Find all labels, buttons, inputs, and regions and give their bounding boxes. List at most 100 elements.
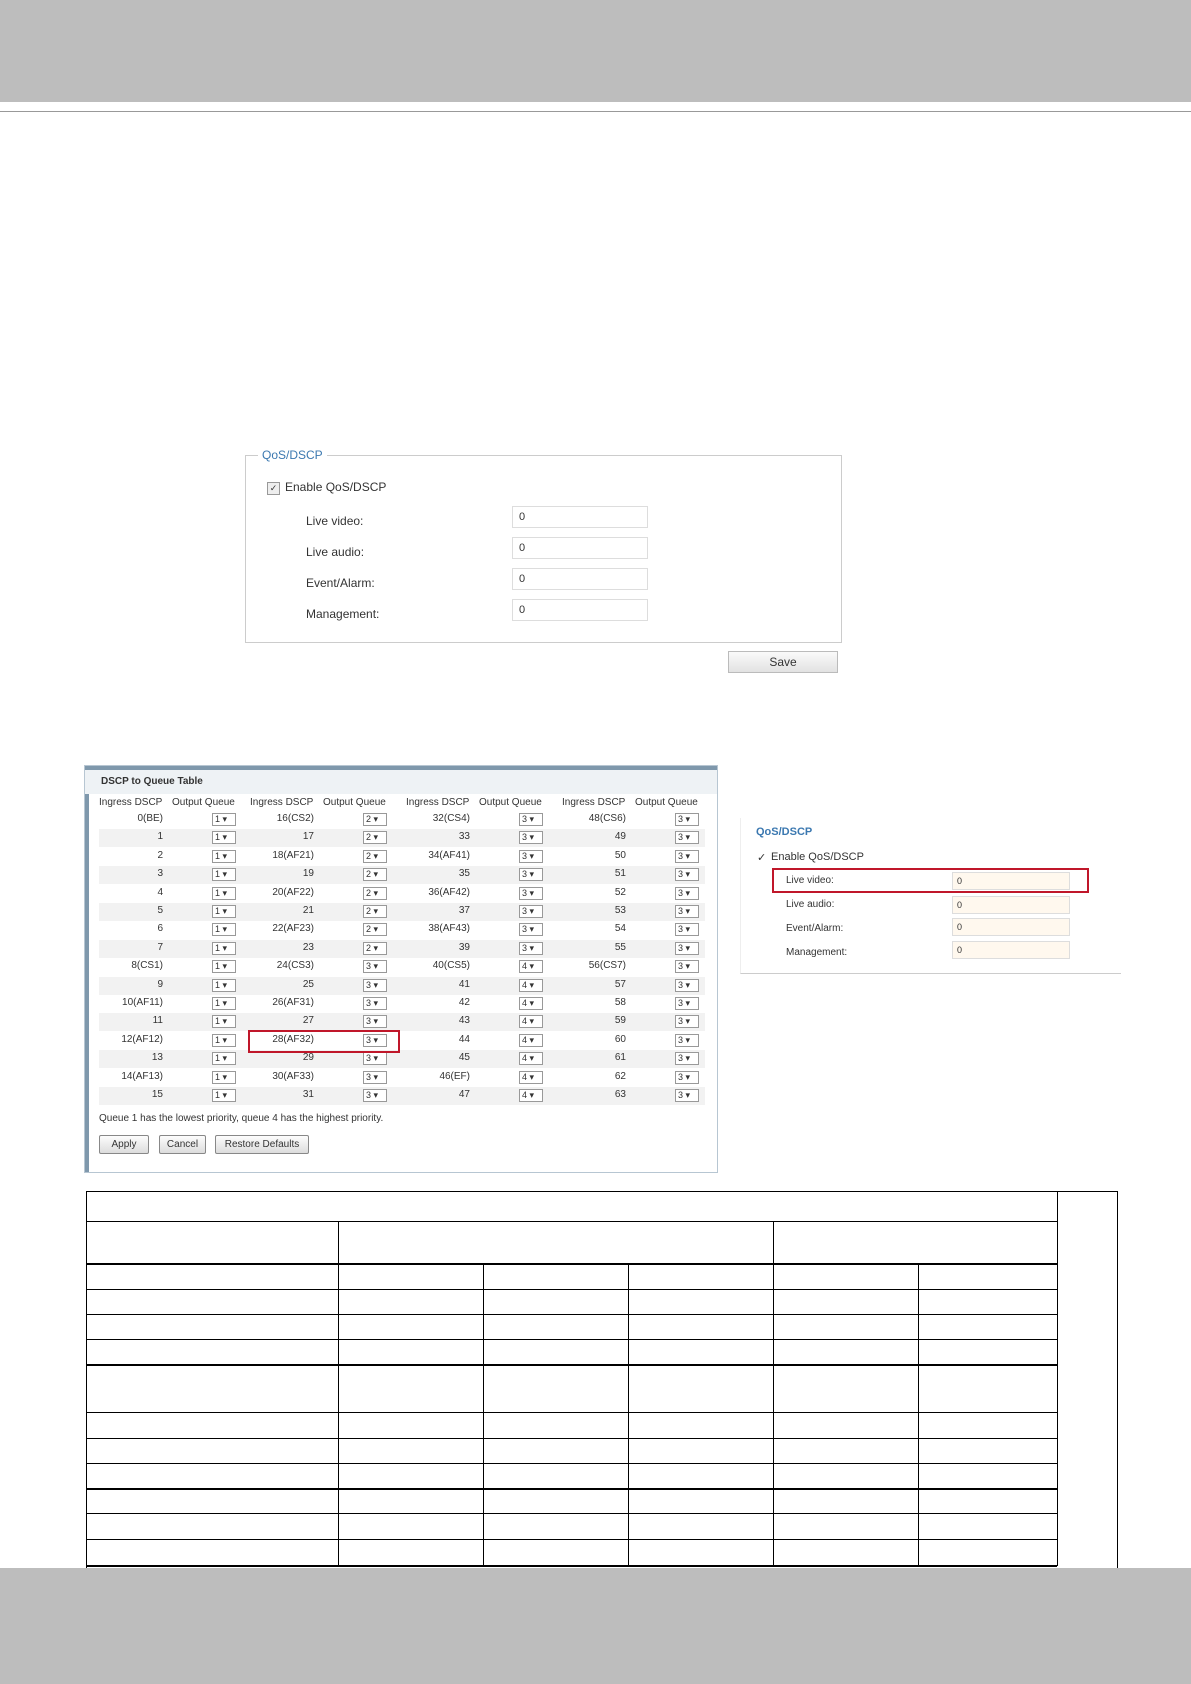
output-queue-select[interactable]: 3 ▾ <box>363 1089 387 1102</box>
output-queue-select[interactable]: 1 ▾ <box>212 849 236 863</box>
output-queue-select[interactable]: 4 ▾ <box>519 1052 543 1066</box>
output-queue-select[interactable]: 3 ▾ <box>519 905 543 918</box>
output-queue-select[interactable]: 2 ▾ <box>363 905 387 918</box>
qos-panel-legend: QoS/DSCP <box>258 448 327 462</box>
grid-row-line <box>87 1513 1057 1514</box>
apply-button[interactable]: Apply <box>99 1135 149 1154</box>
dropdown-arrow-icon: ▾ <box>220 979 228 990</box>
enable-qos-small-checkbox[interactable]: ✓ <box>757 851 766 864</box>
output-queue-select[interactable]: 4 ▾ <box>519 1070 543 1084</box>
output-queue-select[interactable]: 3 ▾ <box>363 997 387 1010</box>
output-queue-select[interactable]: 1 ▾ <box>212 886 236 900</box>
output-queue-select[interactable]: 3 ▾ <box>675 868 699 882</box>
output-queue-select[interactable]: 3 ▾ <box>675 941 699 955</box>
dropdown-arrow-icon: ▾ <box>371 1090 379 1100</box>
output-queue-select[interactable]: 2 ▾ <box>363 813 387 826</box>
output-queue-select[interactable]: 2 ▾ <box>363 868 387 882</box>
output-queue-select[interactable]: 1 ▾ <box>212 813 236 826</box>
ingress-dscp-cell: 41 <box>458 978 470 990</box>
output-queue-select[interactable]: 4 ▾ <box>519 978 543 992</box>
live-video-input[interactable]: 0 <box>512 506 648 528</box>
output-queue-select[interactable]: 1 ▾ <box>212 997 236 1010</box>
dropdown-arrow-icon: ▾ <box>220 961 228 972</box>
output-queue-select[interactable]: 3 ▾ <box>519 886 543 900</box>
ingress-dscp-cell: 21 <box>302 905 314 916</box>
output-queue-select[interactable]: 3 ▾ <box>363 1070 387 1084</box>
output-queue-select[interactable]: 1 ▾ <box>212 941 236 955</box>
output-queue-select[interactable]: 1 ▾ <box>212 868 236 882</box>
cancel-button[interactable]: Cancel <box>159 1135 206 1154</box>
event-alarm-input[interactable]: 0 <box>512 568 648 590</box>
dropdown-arrow-icon: ▾ <box>527 1053 535 1064</box>
output-queue-select[interactable]: 2 ▾ <box>363 923 387 937</box>
output-queue-select[interactable]: 1 ▾ <box>212 978 236 992</box>
dropdown-arrow-icon: ▾ <box>527 906 535 916</box>
output-queue-select[interactable]: 3 ▾ <box>519 813 543 826</box>
event-alarm-small-input[interactable]: 0 <box>952 918 1070 936</box>
output-queue-select[interactable]: 3 ▾ <box>675 1089 699 1102</box>
queue-priority-note: Queue 1 has the lowest priority, queue 4… <box>99 1113 384 1124</box>
dropdown-arrow-icon: ▾ <box>220 1090 228 1100</box>
output-queue-select[interactable]: 3 ▾ <box>519 849 543 863</box>
restore-defaults-button[interactable]: Restore Defaults <box>215 1135 309 1154</box>
output-queue-select[interactable]: 2 ▾ <box>363 849 387 863</box>
output-queue-select[interactable]: 3 ▾ <box>675 849 699 863</box>
output-queue-select[interactable]: 4 ▾ <box>519 960 543 974</box>
output-queue-select[interactable]: 3 ▾ <box>675 886 699 900</box>
output-queue-select[interactable]: 1 ▾ <box>212 1052 236 1066</box>
dropdown-arrow-icon: ▾ <box>683 814 691 824</box>
output-queue-select[interactable]: 4 ▾ <box>519 1089 543 1102</box>
output-queue-select[interactable]: 3 ▾ <box>675 960 699 974</box>
output-queue-select[interactable]: 3 ▾ <box>363 1015 387 1029</box>
output-queue-select[interactable]: 3 ▾ <box>675 997 699 1010</box>
dropdown-arrow-icon: ▾ <box>527 850 535 861</box>
live-audio-small-input[interactable]: 0 <box>952 896 1070 914</box>
output-queue-select[interactable]: 4 ▾ <box>519 1015 543 1029</box>
output-queue-select[interactable]: 3 ▾ <box>675 1033 699 1047</box>
output-queue-select[interactable]: 1 ▾ <box>212 905 236 918</box>
save-button[interactable]: Save <box>728 651 838 673</box>
output-queue-select[interactable]: 3 ▾ <box>363 978 387 992</box>
output-queue-select[interactable]: 2 ▾ <box>363 831 387 845</box>
output-queue-select[interactable]: 1 ▾ <box>212 831 236 845</box>
output-queue-select[interactable]: 4 ▾ <box>519 1033 543 1047</box>
output-queue-select[interactable]: 3 ▾ <box>363 1052 387 1066</box>
management-input[interactable]: 0 <box>512 599 648 621</box>
output-queue-select[interactable]: 2 ▾ <box>363 886 387 900</box>
grid-row-line <box>87 1314 1057 1315</box>
ingress-dscp-cell: 40(CS5) <box>432 960 470 972</box>
output-queue-select[interactable]: 4 ▾ <box>519 997 543 1010</box>
output-queue-select[interactable]: 3 ▾ <box>675 905 699 918</box>
ingress-dscp-cell: 38(AF43) <box>428 923 470 935</box>
dropdown-arrow-icon: ▾ <box>683 1016 691 1027</box>
output-queue-select[interactable]: 3 ▾ <box>519 923 543 937</box>
ingress-dscp-cell: 46(EF) <box>439 1070 470 1082</box>
output-queue-select[interactable]: 3 ▾ <box>675 831 699 845</box>
output-queue-select[interactable]: 1 ▾ <box>212 1033 236 1047</box>
output-queue-select[interactable]: 3 ▾ <box>519 868 543 882</box>
output-queue-select[interactable]: 3 ▾ <box>675 923 699 937</box>
output-queue-select[interactable]: 3 ▾ <box>675 978 699 992</box>
output-queue-select[interactable]: 3 ▾ <box>519 831 543 845</box>
output-queue-select[interactable]: 1 ▾ <box>212 960 236 974</box>
output-queue-select[interactable]: 3 ▾ <box>675 1052 699 1066</box>
output-queue-select[interactable]: 3 ▾ <box>675 813 699 826</box>
dropdown-arrow-icon: ▾ <box>683 832 691 843</box>
output-queue-select[interactable]: 1 ▾ <box>212 1070 236 1084</box>
ingress-dscp-cell: 9 <box>157 978 163 990</box>
output-queue-select[interactable]: 3 ▾ <box>519 941 543 955</box>
output-queue-select[interactable]: 3 ▾ <box>675 1015 699 1029</box>
output-queue-select[interactable]: 1 ▾ <box>212 1015 236 1029</box>
live-audio-input[interactable]: 0 <box>512 537 648 559</box>
ingress-dscp-cell: 42 <box>458 997 470 1008</box>
enable-qos-checkbox[interactable]: ✓ <box>267 482 280 495</box>
dscp-column-header: Output Queue <box>479 797 542 808</box>
output-queue-select[interactable]: 3 ▾ <box>675 1070 699 1084</box>
output-queue-select[interactable]: 1 ▾ <box>212 1089 236 1102</box>
output-queue-select[interactable]: 3 ▾ <box>363 960 387 974</box>
management-small-input[interactable]: 0 <box>952 941 1070 959</box>
management-label: Management: <box>306 607 380 621</box>
output-queue-select[interactable]: 2 ▾ <box>363 941 387 955</box>
output-queue-select[interactable]: 1 ▾ <box>212 923 236 937</box>
highlight-box-live-video <box>772 868 1089 893</box>
